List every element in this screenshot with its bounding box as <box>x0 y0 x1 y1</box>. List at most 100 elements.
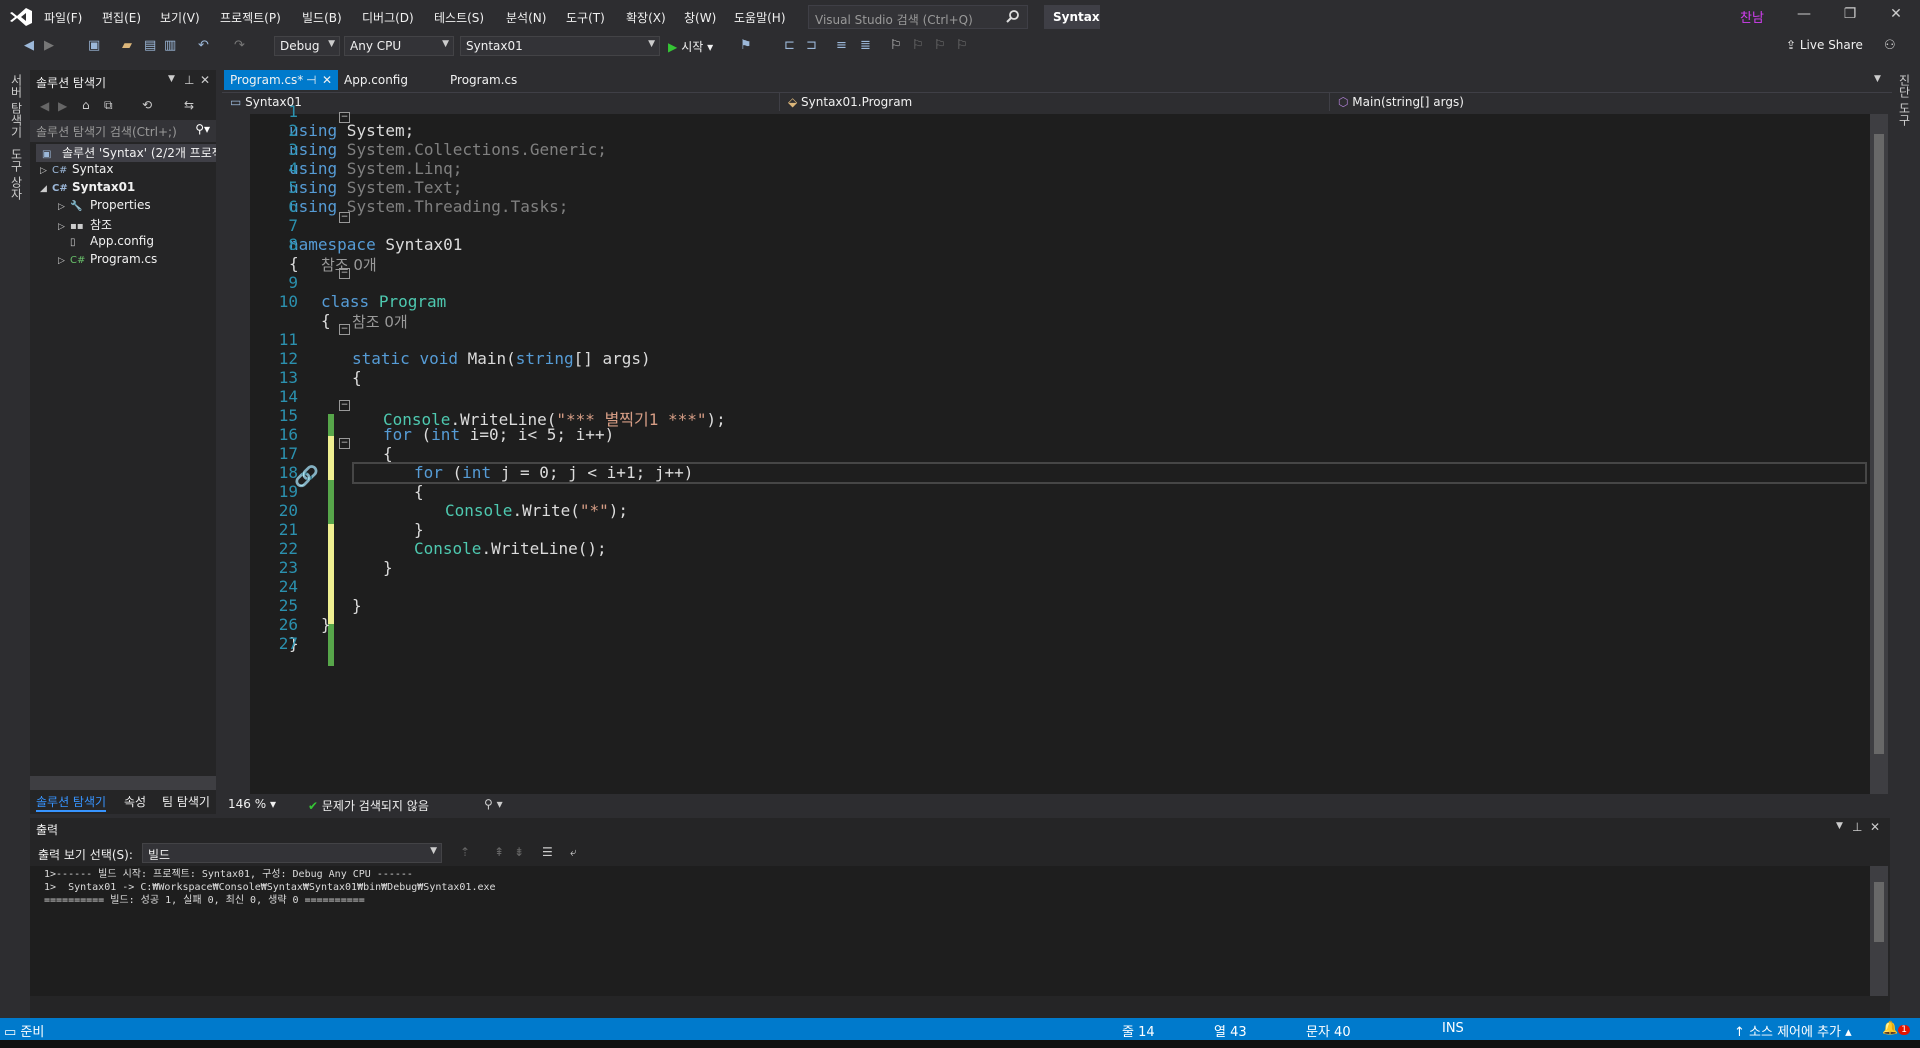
source-control-button[interactable]: ↑ 소스 제어에 추가 ▴ <box>1734 1021 1852 1040</box>
codelens-references[interactable]: 참조 0개 <box>352 313 408 331</box>
forward-icon[interactable]: ▶ <box>44 38 54 53</box>
redo-icon[interactable]: ↷ <box>234 38 245 53</box>
toolbox-tab[interactable]: 도구 상자 <box>8 148 25 200</box>
codelens-references[interactable]: 참조 0개 <box>321 256 377 274</box>
panel-close-icon[interactable]: ✕ <box>200 73 210 87</box>
sol-forward-icon[interactable]: ▶ <box>58 99 67 113</box>
pin-icon[interactable]: ⊥ <box>184 73 194 87</box>
indent-icon[interactable]: ≡ <box>836 38 847 53</box>
expand-icon[interactable]: ▷ <box>58 222 70 232</box>
panel-menu-icon[interactable]: ▼ <box>1836 821 1843 831</box>
panel-close-icon[interactable]: ✕ <box>1870 820 1880 834</box>
tab-program-cs[interactable]: Program.cs <box>444 70 523 90</box>
scrollbar-thumb[interactable] <box>1874 882 1884 942</box>
status-column[interactable]: 열 43 <box>1214 1021 1247 1040</box>
tab-list-icon[interactable]: ▼ <box>1874 74 1881 84</box>
new-project-icon[interactable]: ▣ <box>88 38 100 53</box>
status-insert-mode[interactable]: INS <box>1442 1021 1464 1036</box>
sol-back-icon[interactable]: ◀ <box>40 99 49 113</box>
notifications-button[interactable]: 🔔 1 <box>1882 1021 1910 1036</box>
menu-help[interactable]: 도움말(H) <box>734 9 786 26</box>
configuration-select[interactable]: Debug ▼ <box>274 36 340 56</box>
save-icon[interactable]: ▤ <box>144 38 156 53</box>
tree-app-config[interactable]: ▯ App.config <box>58 234 154 252</box>
live-share-button[interactable]: ⇪ Live Share <box>1786 38 1863 52</box>
issues-indicator[interactable]: ✔ 문제가 검색되지 않음 <box>308 797 429 814</box>
tree-project-syntax[interactable]: ▷ C# Syntax <box>40 162 113 180</box>
undo-icon[interactable]: ↶ <box>198 38 209 53</box>
menu-test[interactable]: 테스트(S) <box>434 9 484 26</box>
clear-all-icon[interactable]: ☰ <box>542 845 553 859</box>
back-icon[interactable]: ◀ <box>24 38 34 53</box>
tab-close-icon[interactable]: ✕ <box>322 73 332 87</box>
code-cleanup-icon[interactable]: ⚲ ▾ <box>484 797 503 811</box>
menu-debug[interactable]: 디버그(D) <box>362 9 414 26</box>
restore-icon[interactable]: ❐ <box>1830 6 1870 28</box>
save-all-icon[interactable]: ▥ <box>164 38 176 53</box>
server-explorer-tab[interactable]: 서버 탐색기 <box>8 74 25 138</box>
bookmark-icon[interactable]: ⚐ <box>890 38 902 53</box>
output-text[interactable]: 1>------ 빌드 시작: 프로젝트: Syntax01, 구성: Debu… <box>30 866 1870 996</box>
tree-program-cs[interactable]: ▷ C# Program.cs <box>58 252 157 270</box>
tab-properties[interactable]: 속성 <box>124 793 146 810</box>
status-char[interactable]: 문자 40 <box>1306 1021 1351 1040</box>
switch-views-icon[interactable]: ⧉ <box>104 98 113 113</box>
clear-bookmarks-icon[interactable]: ⚐ <box>956 38 968 53</box>
tree-solution-root[interactable]: ▣ 솔루션 'Syntax' (2/2개 프로젝트) <box>36 144 216 162</box>
panel-menu-icon[interactable]: ▼ <box>168 74 175 84</box>
search-icon[interactable] <box>1006 9 1020 26</box>
pin-icon[interactable]: ⊣ <box>306 73 316 87</box>
start-debugging-button[interactable]: ▶ 시작 ▾ <box>668 38 713 55</box>
uncomment-icon[interactable]: ⊐ <box>806 38 817 53</box>
menu-project[interactable]: 프로젝트(P) <box>220 9 281 26</box>
tree-references[interactable]: ▷ ▪▪ 참조 <box>58 216 112 234</box>
menu-tools[interactable]: 도구(T) <box>566 9 605 26</box>
solution-search-input[interactable]: 솔루션 탐색기 검색(Ctrl+;) ⚲▾ <box>30 120 216 142</box>
platform-select[interactable]: Any CPU ▼ <box>344 36 454 56</box>
prev-bookmark-icon[interactable]: ⚐ <box>912 38 924 53</box>
tab-program-cs-modified[interactable]: Program.cs* ⊣ ✕ <box>224 70 338 90</box>
tab-team-explorer[interactable]: 팀 탐색기 <box>162 793 210 810</box>
solution-horizontal-scrollbar[interactable] <box>30 776 216 790</box>
menu-file[interactable]: 파일(F) <box>44 9 82 26</box>
menu-window[interactable]: 창(W) <box>684 9 716 26</box>
menu-analyze[interactable]: 분석(N) <box>506 9 546 26</box>
comment-icon[interactable]: ⊏ <box>784 38 795 53</box>
tab-app-config[interactable]: App.config <box>338 70 414 90</box>
close-icon[interactable]: ✕ <box>1876 6 1916 28</box>
open-file-icon[interactable]: ▰ <box>122 38 132 53</box>
home-icon[interactable]: ⌂ <box>82 98 90 112</box>
menu-extensions[interactable]: 확장(X) <box>626 9 666 26</box>
startup-project-select[interactable]: Syntax01 ▼ <box>460 36 660 56</box>
output-vertical-scrollbar[interactable] <box>1870 866 1888 996</box>
tab-solution-explorer[interactable]: 솔루션 탐색기 <box>36 793 107 812</box>
outdent-icon[interactable]: ≣ <box>860 38 871 53</box>
go-to-next-message-icon[interactable]: ⇟ <box>514 845 524 859</box>
minimize-icon[interactable]: — <box>1784 6 1824 28</box>
expand-icon[interactable]: ▷ <box>58 202 70 212</box>
browser-link-icon[interactable]: ⚑ <box>740 38 752 53</box>
feedback-icon[interactable]: ⚇ <box>1884 38 1896 53</box>
output-source-select[interactable]: 빌드 ▼ <box>142 843 442 863</box>
status-line[interactable]: 줄 14 <box>1122 1021 1155 1040</box>
go-to-previous-message-icon[interactable]: ⇡ <box>460 845 470 859</box>
expand-icon[interactable]: ▷ <box>58 256 70 266</box>
search-input[interactable]: Visual Studio 검색 (Ctrl+Q) <box>808 5 1028 29</box>
pending-changes-icon[interactable]: ⟲ <box>142 98 152 112</box>
diagnostic-tools-tab[interactable]: 진단 도구 <box>1896 74 1913 126</box>
solution-search-icon[interactable]: ⚲▾ <box>195 122 210 136</box>
find-message-icon[interactable]: ⇞ <box>494 845 504 859</box>
pin-icon[interactable]: ⊥ <box>1852 820 1862 834</box>
collapse-icon[interactable]: ◢ <box>40 184 52 194</box>
toggle-word-wrap-icon[interactable]: ⤶ <box>570 845 577 860</box>
user-account[interactable]: 찬남 <box>1740 7 1764 26</box>
next-bookmark-icon[interactable]: ⚐ <box>934 38 946 53</box>
scrollbar-thumb[interactable] <box>1874 134 1884 754</box>
tree-properties[interactable]: ▷ 🔧 Properties <box>58 198 151 216</box>
expand-icon[interactable]: ▷ <box>40 166 52 176</box>
menu-build[interactable]: 빌드(B) <box>302 9 342 26</box>
menu-view[interactable]: 보기(V) <box>160 9 200 26</box>
sync-icon[interactable]: ⇆ <box>184 98 194 112</box>
zoom-select[interactable]: 146 % ▾ <box>228 797 276 811</box>
tree-project-syntax01[interactable]: ◢ C# Syntax01 <box>40 180 135 198</box>
